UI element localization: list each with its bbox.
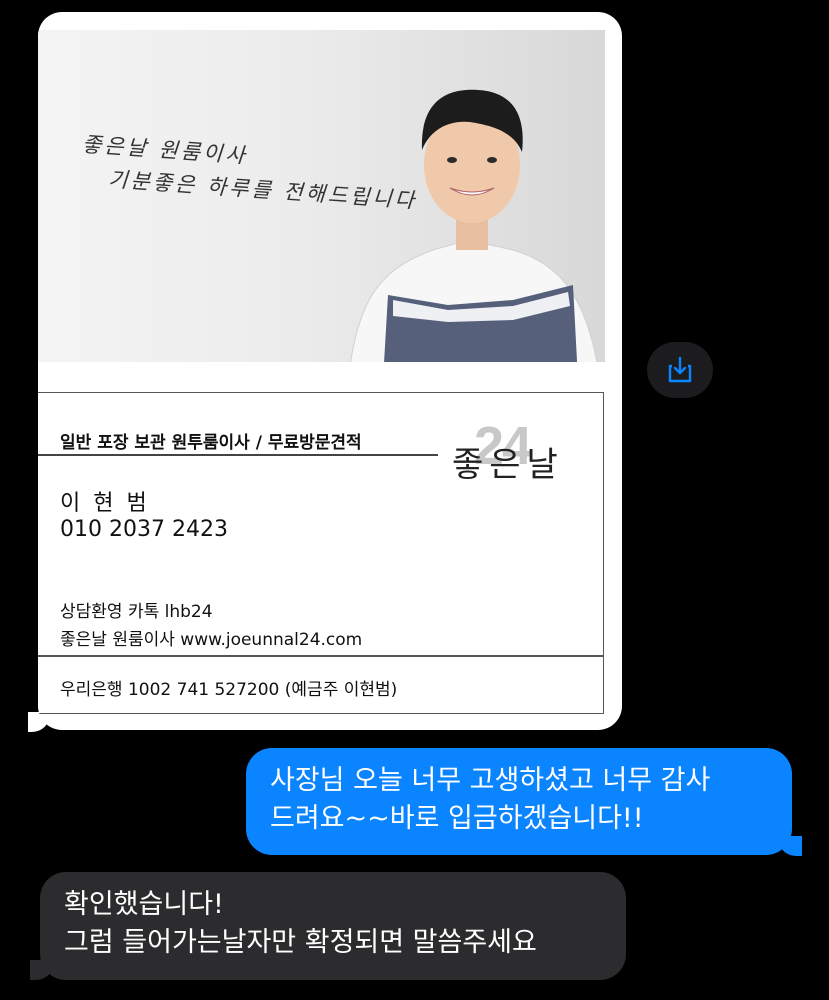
message-line: 그럼 들어가는날자만 확정되면 말씀주세요 [64,927,537,958]
card-phone: 010 2037 2423 [60,517,228,542]
message-line: 사장님 오늘 너무 고생하셨고 너무 감사 [270,765,711,796]
card-info-panel: 일반 포장 보관 원투룸이사 / 무료방문견적 24 좋은날 이 현 범 010… [38,392,604,714]
logo-text: 좋은날 [452,445,564,485]
message-line: 드려요~~바로 입금하겠습니다!! [270,803,644,834]
bank-divider [38,655,604,657]
sent-message-bubble[interactable]: 사장님 오늘 너무 고생하셨고 너무 감사 드려요~~바로 입금하겠습니다!! [246,748,792,855]
services-divider [38,454,438,456]
message-line: 확인했습니다! [64,889,224,920]
card-slogan-line1: 좋은날 원룸이사 [81,132,249,168]
person-photo [350,89,598,362]
card-kakao: 상담환영 카톡 lhb24 [60,602,213,622]
company-logo: 24 좋은날 [446,416,586,491]
business-card-image-message[interactable]: 좋은날 원룸이사 기분좋은 하루를 전해드립니다 일반 포장 보관 원투룸이사 … [38,12,622,730]
save-download-icon [668,356,692,383]
card-website: 좋은날 원룸이사 www.joeunnal24.com [60,630,363,650]
card-photo-area: 좋은날 원룸이사 기분좋은 하루를 전해드립니다 [38,30,605,362]
card-bank-account: 우리은행 1002 741 527200 (예금주 이현범) [60,680,398,700]
save-download-button[interactable] [647,342,713,398]
card-name: 이 현 범 [60,491,150,516]
card-services: 일반 포장 보관 원투룸이사 / 무료방문견적 [60,433,362,453]
received-message-bubble[interactable]: 확인했습니다! 그럼 들어가는날자만 확정되면 말씀주세요 [40,872,626,980]
